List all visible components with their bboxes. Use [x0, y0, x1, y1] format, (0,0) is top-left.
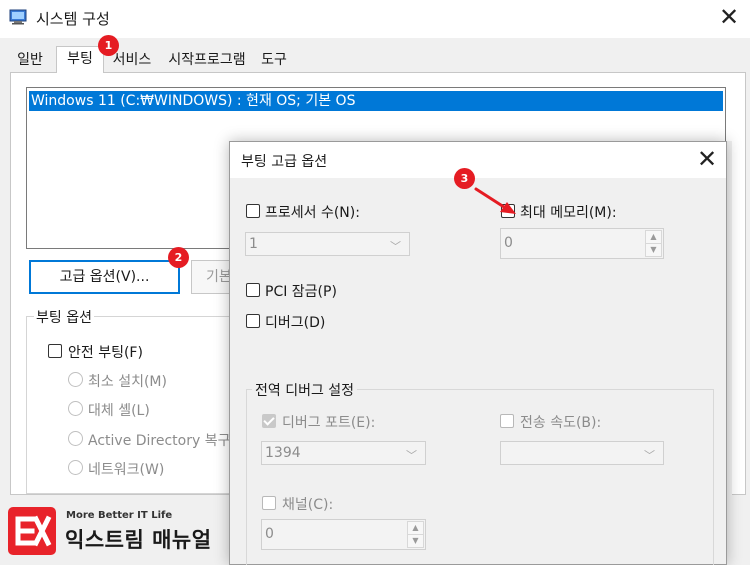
processors-checkbox[interactable]: [246, 204, 260, 218]
dialog-close-icon[interactable]: ✕: [690, 144, 724, 176]
brand-watermark: More Better IT Life 익스트림 매뉴얼: [8, 507, 248, 557]
debug-port-label: 디버그 포트(E):: [282, 415, 376, 431]
boot-options-title: 부팅 옵션: [34, 307, 94, 327]
chevron-down-icon: ﹀: [644, 449, 655, 462]
ex-logo-mark: [15, 515, 52, 547]
channel-label: 채널(C):: [282, 497, 334, 513]
processors-value: 1: [249, 236, 258, 252]
dialog-title: 부팅 고급 옵션: [241, 154, 328, 170]
advanced-options-button[interactable]: 고급 옵션(V)...: [29, 260, 180, 294]
baud-rate-label: 전송 속도(B):: [520, 415, 602, 431]
brand-tagline: More Better IT Life: [66, 510, 173, 521]
safe-boot-checkbox[interactable]: [48, 344, 62, 358]
max-memory-label: 최대 메모리(M):: [520, 205, 617, 221]
spinner-up-icon[interactable]: ▲: [645, 230, 662, 244]
debug-port-select[interactable]: 1394 ﹀: [261, 441, 426, 465]
channel-spinner[interactable]: 0 ▲ ▼: [261, 519, 426, 550]
channel-value: 0: [265, 526, 274, 542]
brand-name: 익스트림 매뉴얼: [65, 528, 212, 552]
radio-minimal-label: 최소 설치(M): [88, 374, 167, 390]
radio-active-directory-label: Active Directory 복구(: [88, 433, 236, 449]
close-icon[interactable]: ✕: [712, 2, 746, 34]
processors-label: 프로세서 수(N):: [265, 205, 360, 221]
debug-port-value: 1394: [265, 445, 301, 461]
baud-rate-select[interactable]: ﹀: [500, 441, 664, 465]
processors-select[interactable]: 1 ﹀: [245, 232, 410, 256]
spinner-down-icon[interactable]: ▼: [407, 534, 424, 548]
channel-checkbox[interactable]: [262, 496, 276, 510]
radio-minimal[interactable]: [68, 372, 83, 387]
debug-port-checkbox[interactable]: [262, 414, 276, 428]
debug-label: 디버그(D): [265, 315, 326, 331]
tab-boot[interactable]: 부팅: [56, 46, 104, 73]
window-titlebar: 시스템 구성 ✕: [0, 0, 750, 38]
brand-logo-icon: [8, 507, 56, 555]
radio-alternate-shell-label: 대체 셸(L): [88, 403, 150, 419]
red-arrow-icon: [474, 187, 516, 214]
step-badge-2: 2: [168, 247, 189, 268]
step-badge-1: 1: [98, 35, 119, 56]
radio-network-label: 네트워크(W): [88, 462, 165, 478]
safe-boot-label: 안전 부팅(F): [68, 345, 143, 361]
pci-lock-label: PCI 잠금(P): [265, 284, 337, 300]
tab-startup[interactable]: 시작프로그램: [160, 50, 254, 72]
max-memory-spinner[interactable]: 0 ▲ ▼: [500, 228, 664, 259]
chevron-down-icon: ﹀: [406, 449, 417, 462]
chevron-down-icon: ﹀: [390, 240, 401, 253]
dialog-titlebar: 부팅 고급 옵션 ✕: [230, 142, 726, 178]
tab-general[interactable]: 일반: [10, 50, 50, 72]
radio-network[interactable]: [68, 460, 83, 475]
global-debug-settings-title: 전역 디버그 설정: [252, 380, 358, 400]
baud-rate-checkbox[interactable]: [500, 414, 514, 428]
main-window-edge: [727, 141, 732, 565]
msconfig-icon: [9, 9, 27, 25]
max-memory-value: 0: [504, 235, 513, 251]
spinner-down-icon[interactable]: ▼: [645, 243, 662, 257]
spinner-up-icon[interactable]: ▲: [407, 521, 424, 535]
radio-alternate-shell[interactable]: [68, 401, 83, 416]
radio-active-directory[interactable]: [68, 431, 83, 446]
window-title: 시스템 구성: [36, 10, 110, 28]
pci-lock-checkbox[interactable]: [246, 283, 260, 297]
debug-checkbox[interactable]: [246, 314, 260, 328]
tab-tools[interactable]: 도구: [255, 50, 293, 72]
os-list-item-selected[interactable]: Windows 11 (C:₩WINDOWS) : 현재 OS; 기본 OS: [29, 91, 723, 111]
